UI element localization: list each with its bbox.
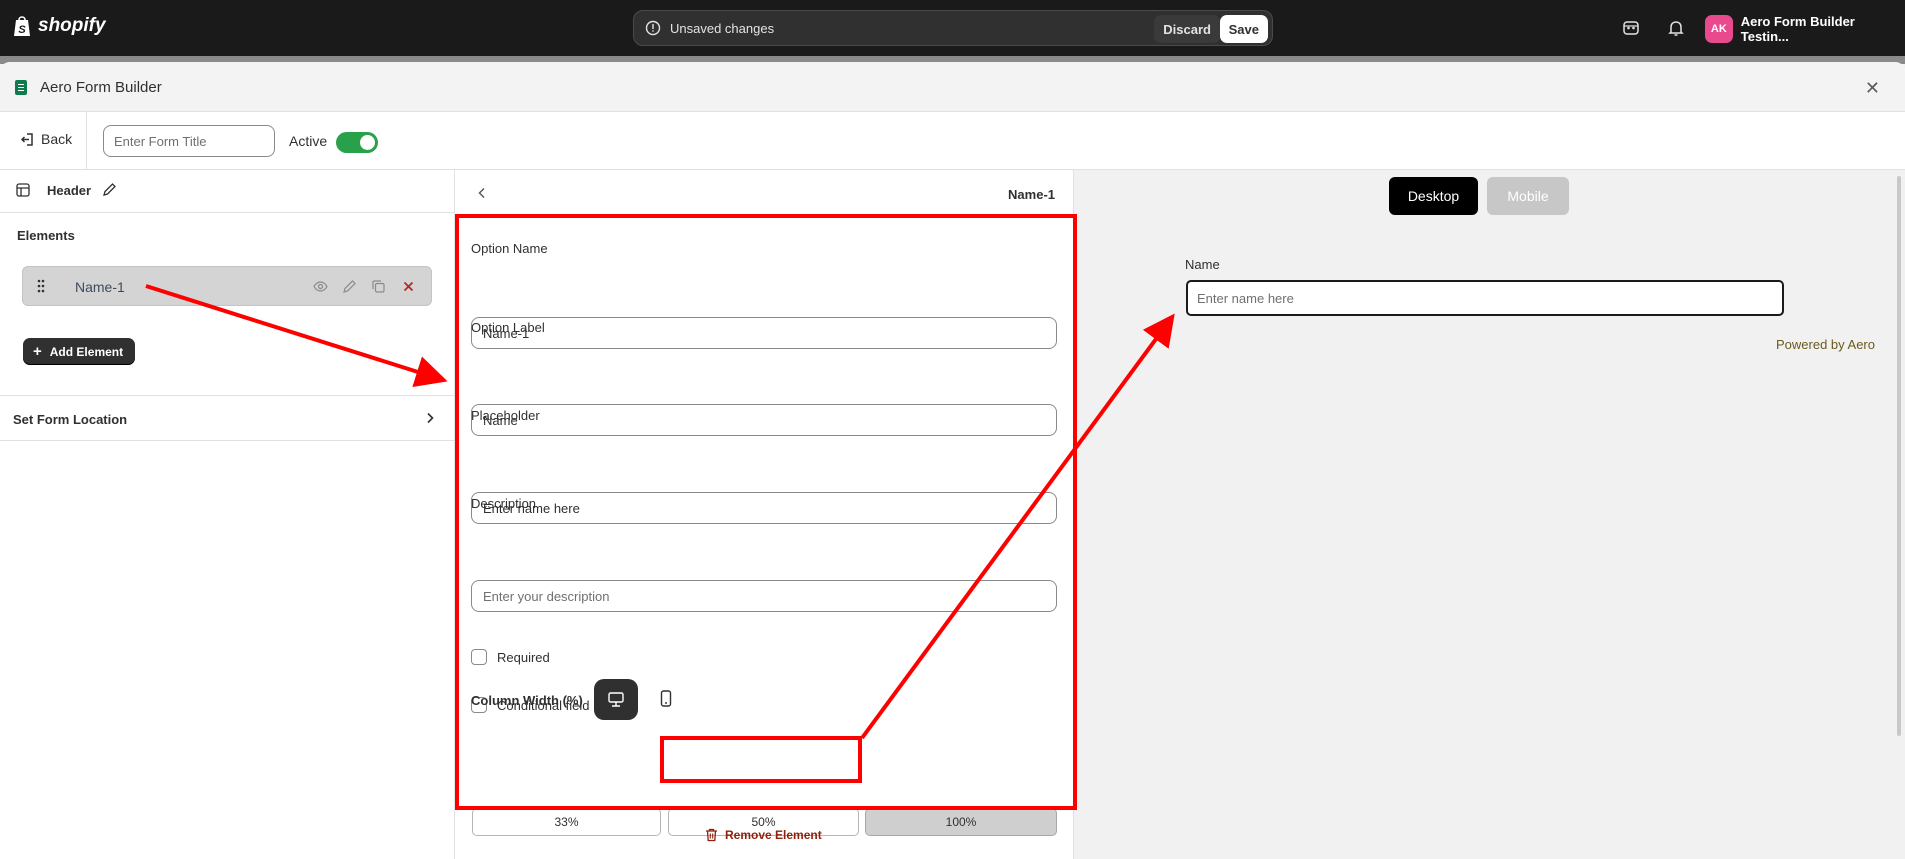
scrollbar[interactable] [1897, 176, 1901, 736]
bell-icon[interactable] [1666, 18, 1686, 38]
alert-circle-icon [645, 20, 661, 36]
width-100-button[interactable]: 100% [865, 808, 1057, 836]
annotation-width-box [660, 736, 862, 783]
preview-mobile-tab[interactable]: Mobile [1487, 177, 1569, 215]
avatar: AK [1705, 15, 1733, 43]
element-name: Name-1 [75, 279, 125, 295]
chevron-left-icon[interactable] [475, 186, 489, 200]
delete-x-icon[interactable] [401, 279, 416, 294]
store-menu[interactable]: AK Aero Form Builder Testin... [1705, 14, 1905, 44]
add-element-button[interactable]: + Add Element [23, 338, 136, 365]
annotation-settings-box [455, 214, 1077, 810]
store-name: Aero Form Builder Testin... [1740, 14, 1855, 44]
width-33-button[interactable]: 33% [472, 808, 661, 836]
remove-element-button[interactable]: Remove Element [705, 828, 822, 842]
pencil-icon[interactable] [102, 182, 117, 197]
header-label: Header [47, 183, 92, 198]
powered-by-text: Powered by Aero [1775, 337, 1875, 352]
trash-icon [706, 828, 717, 842]
active-toggle[interactable] [336, 132, 378, 153]
unsaved-changes-bar: Unsaved changes Discard Save [633, 10, 1273, 46]
shopify-bag-icon: S [14, 16, 30, 36]
save-button[interactable]: Save [1219, 15, 1268, 43]
modal-title: Aero Form Builder [40, 79, 162, 96]
layout-icon [16, 183, 30, 197]
back-button[interactable]: Back [20, 131, 72, 147]
elements-sidebar: Header Elements Name-1 + Add Element Set… [0, 170, 455, 859]
modal-header: Aero Form Builder ✕ [0, 62, 1905, 112]
edit-icon[interactable] [342, 279, 357, 294]
exit-icon [20, 132, 33, 146]
elements-title: Elements [17, 228, 75, 243]
close-icon[interactable]: ✕ [1865, 78, 1880, 99]
logo-text: shopify [38, 15, 106, 36]
back-label: Back [41, 131, 73, 147]
preview-name-input[interactable] [1186, 280, 1784, 316]
form-preview: Desktop Mobile Name Powered by Aero [1074, 170, 1905, 859]
shopify-logo[interactable]: S shopify [12, 14, 106, 38]
set-form-location-row[interactable]: Set Form Location [0, 396, 455, 441]
preview-field-label: Name [1185, 257, 1220, 272]
header-section[interactable]: Header [0, 170, 455, 213]
drag-handle-icon[interactable] [37, 279, 45, 293]
set-location-label: Set Form Location [13, 412, 128, 427]
active-label: Active [289, 133, 328, 149]
unsaved-text: Unsaved changes [670, 20, 775, 36]
eye-icon[interactable] [313, 279, 328, 294]
form-toolbar: Back Active [0, 112, 1905, 170]
toolbar-divider [86, 112, 87, 170]
discard-button[interactable]: Discard [1154, 15, 1220, 43]
app-icon [15, 80, 27, 95]
admin-topbar: S shopify Unsaved changes Discard Save A… [0, 0, 1905, 56]
chevron-right-icon [427, 412, 434, 424]
element-item[interactable]: Name-1 [22, 266, 432, 306]
remove-element-label: Remove Element [725, 828, 822, 842]
plus-icon: + [33, 343, 42, 360]
svg-text:S: S [18, 24, 26, 36]
editor-element-name: Name-1 [1008, 187, 1055, 202]
form-title-input[interactable] [103, 125, 275, 157]
preview-desktop-tab[interactable]: Desktop [1389, 177, 1478, 215]
sidekick-icon[interactable] [1621, 18, 1641, 38]
duplicate-icon[interactable] [371, 279, 386, 294]
add-element-label: Add Element [49, 344, 124, 359]
